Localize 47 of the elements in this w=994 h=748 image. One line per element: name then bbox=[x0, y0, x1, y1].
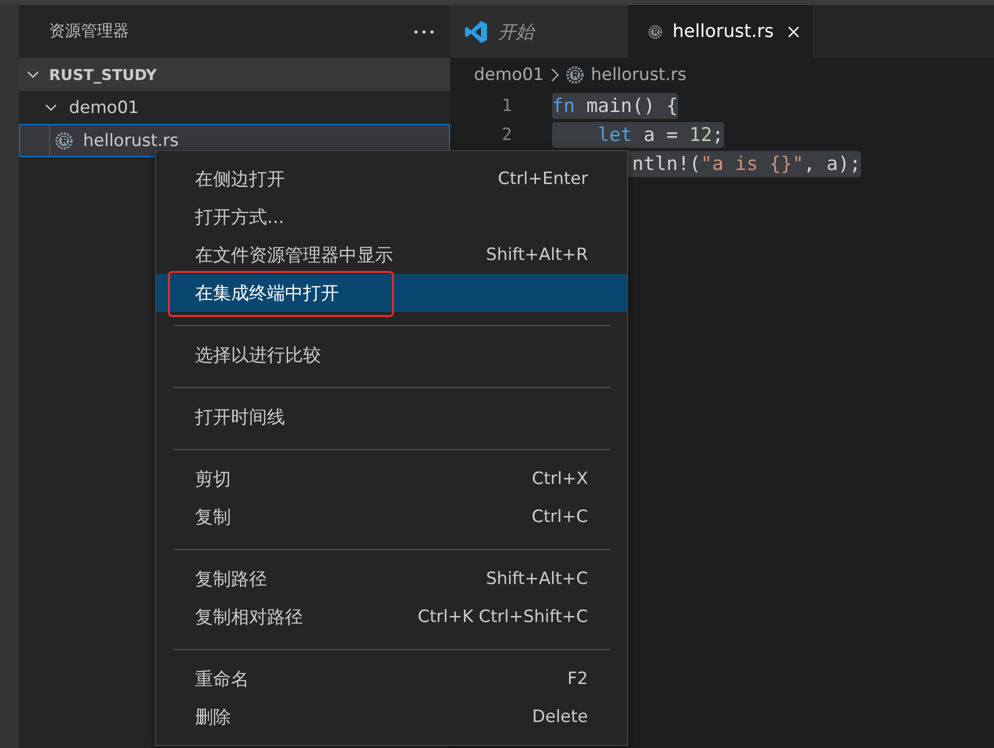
menu-item-label: 在侧边打开 bbox=[195, 168, 285, 191]
sidebar-title: 资源管理器 bbox=[49, 21, 129, 42]
menu-item[interactable]: 打开方式... bbox=[156, 198, 627, 236]
vscode-logo-icon bbox=[464, 20, 488, 44]
menu-item[interactable]: 打开时间线 bbox=[156, 398, 627, 436]
menu-item[interactable]: 复制 Ctrl+C bbox=[156, 498, 627, 536]
breadcrumb-item[interactable]: demo01 bbox=[474, 64, 544, 84]
rust-file-icon bbox=[55, 132, 73, 150]
menu-item[interactable]: 选择以进行比较 bbox=[156, 336, 627, 374]
menu-item-label: 复制路径 bbox=[195, 568, 267, 591]
shortcut-label: Shift+Alt+R bbox=[486, 245, 588, 265]
editor-tab[interactable]: hellorust.rs bbox=[628, 5, 813, 58]
menu-item-label: 删除 bbox=[195, 706, 231, 729]
menu-item-label: 复制相对路径 bbox=[195, 606, 303, 629]
menu-item[interactable]: 重命名 F2 bbox=[156, 660, 627, 698]
close-icon[interactable] bbox=[788, 24, 799, 38]
menu-item-label: 打开时间线 bbox=[195, 406, 285, 429]
menu-item-label: 剪切 bbox=[195, 468, 231, 491]
more-icon[interactable] bbox=[414, 30, 434, 34]
line-number: 2 bbox=[502, 124, 512, 144]
menu-item[interactable]: 复制路径 Shift+Alt+C bbox=[156, 560, 627, 598]
chevron-icon bbox=[550, 68, 559, 82]
menu-item[interactable]: 删除 Delete bbox=[156, 698, 627, 736]
menu-item-label: 重命名 bbox=[195, 668, 249, 691]
tree-section-header[interactable]: RUST_STUDY bbox=[19, 58, 450, 91]
shortcut-label: F2 bbox=[567, 669, 588, 689]
shortcut-label: Ctrl+K Ctrl+Shift+C bbox=[418, 607, 588, 627]
editor-tab[interactable]: 开始 bbox=[450, 5, 628, 58]
menu-item-label: 在文件资源管理器中显示 bbox=[195, 244, 393, 267]
menu-item-label: 在集成终端中打开 bbox=[195, 282, 339, 305]
rust-file-icon bbox=[648, 22, 662, 40]
menu-item[interactable]: 剪切 Ctrl+X bbox=[156, 460, 627, 498]
menu-item[interactable]: 在文件资源管理器中显示 Shift+Alt+R bbox=[156, 236, 627, 274]
shortcut-label: Delete bbox=[532, 707, 588, 727]
menu-item[interactable]: 复制相对路径 Ctrl+K Ctrl+Shift+C bbox=[156, 598, 627, 636]
shortcut-label: Ctrl+C bbox=[532, 507, 588, 527]
rust-file-icon bbox=[566, 66, 584, 84]
shortcut-label: Ctrl+X bbox=[532, 469, 588, 489]
chevron-icon bbox=[45, 104, 57, 112]
shortcut-label: Shift+Alt+C bbox=[486, 569, 588, 589]
line-number: 1 bbox=[502, 96, 512, 116]
menu-item-label: 选择以进行比较 bbox=[195, 344, 321, 367]
menu-item-label: 打开方式... bbox=[195, 206, 284, 229]
breadcrumb-item[interactable]: hellorust.rs bbox=[590, 64, 686, 84]
chevron-icon bbox=[27, 70, 39, 78]
tree-item[interactable]: demo01 bbox=[19, 91, 450, 124]
menu-item-label: 复制 bbox=[195, 506, 231, 529]
